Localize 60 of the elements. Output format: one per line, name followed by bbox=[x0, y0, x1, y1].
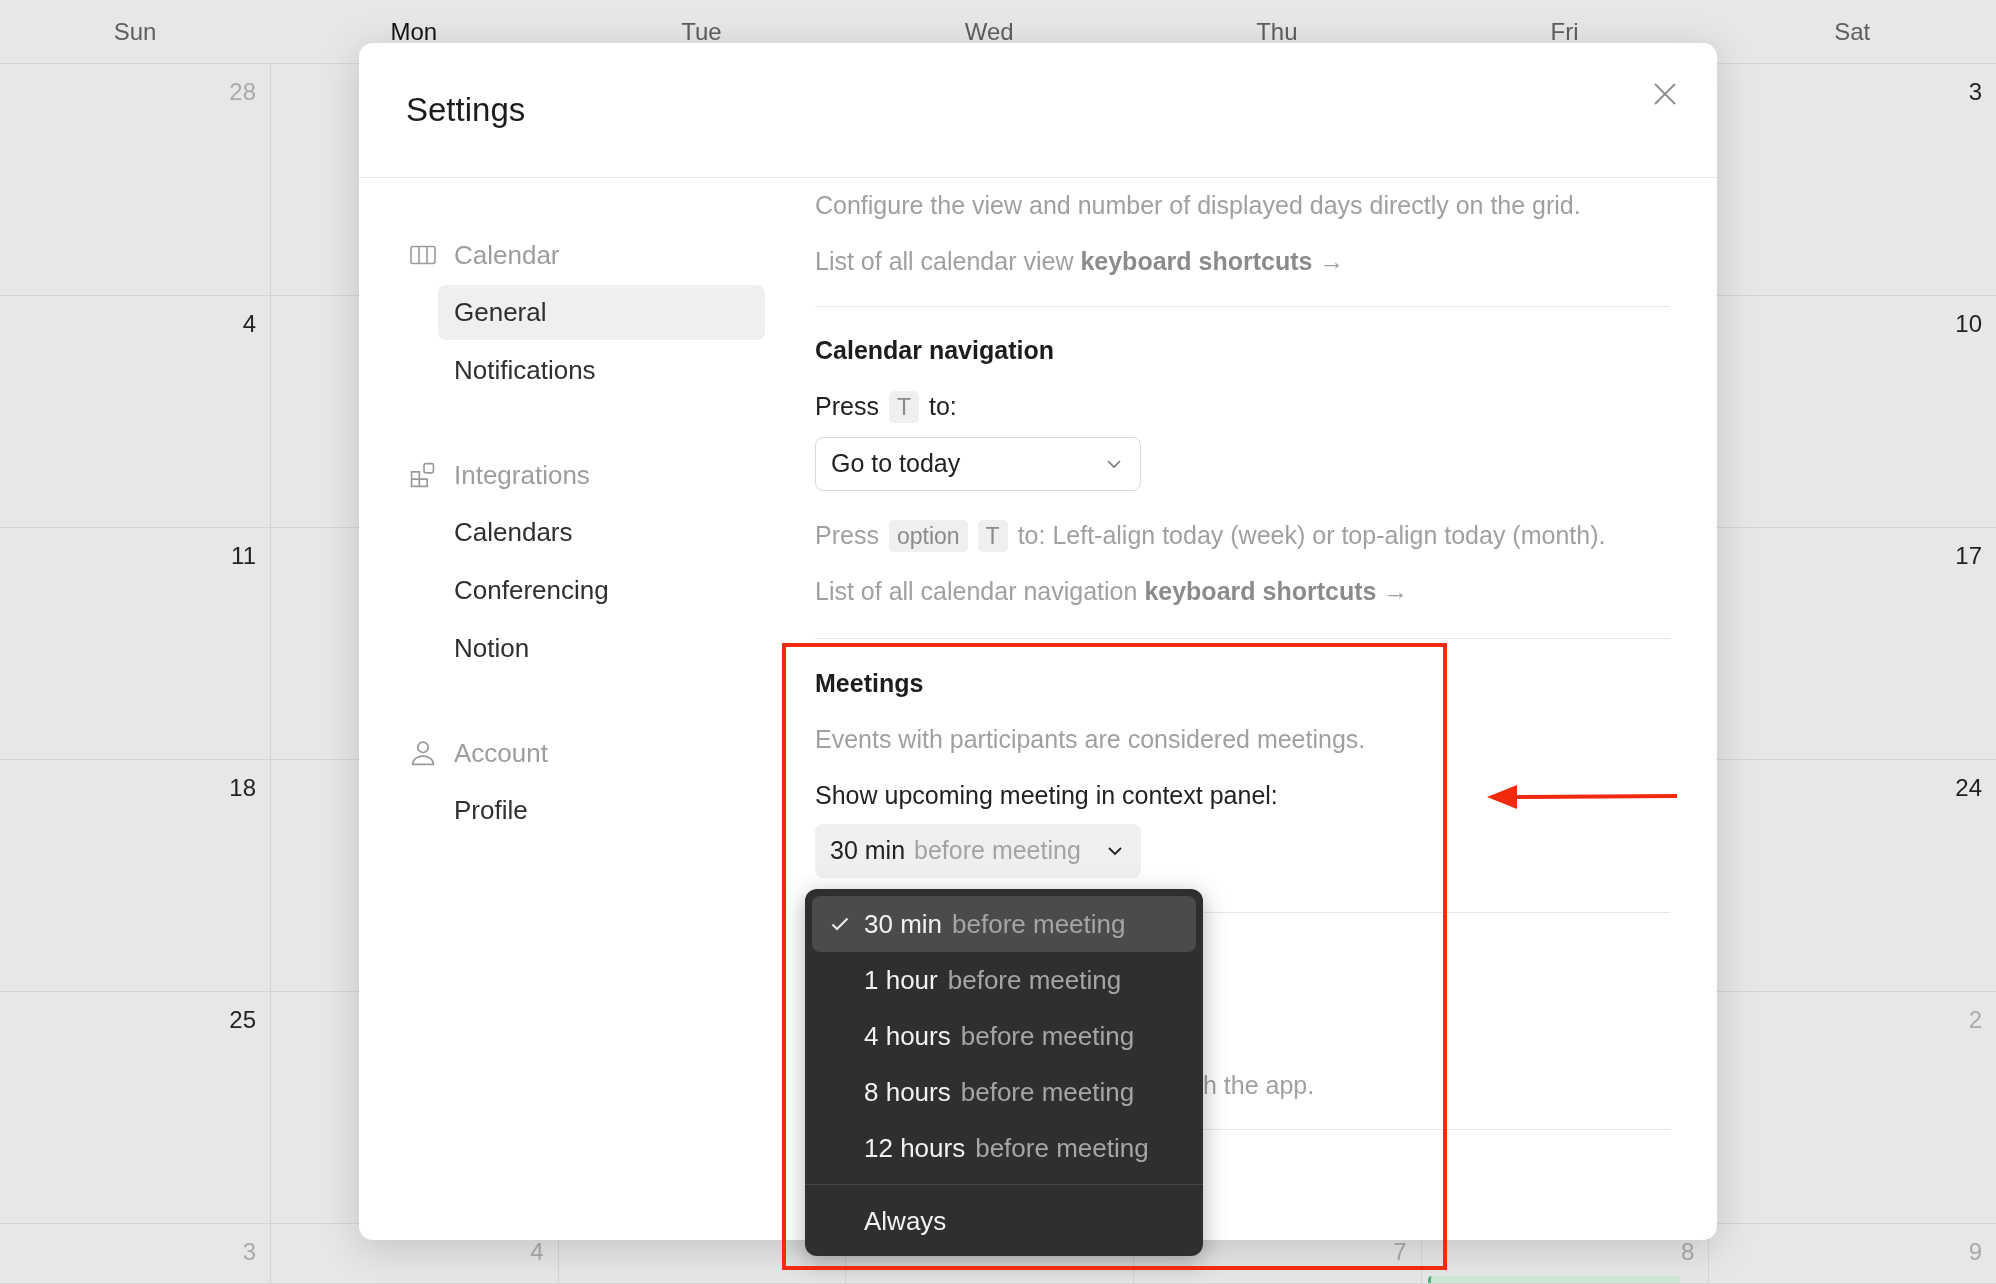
weekday-label: Fri bbox=[1550, 16, 1579, 47]
weekday-label: Tue bbox=[681, 16, 722, 47]
date-number: 28 bbox=[229, 80, 256, 104]
field-label: Show upcoming meeting in context panel: bbox=[815, 780, 1278, 812]
menu-item[interactable]: 30 min before meeting bbox=[812, 896, 1196, 952]
sidebar-item[interactable]: Notion bbox=[438, 621, 765, 676]
description-text: Events with participants are considered meetings. bbox=[815, 724, 1366, 756]
key-cap: option bbox=[888, 520, 968, 552]
date-number: 18 bbox=[229, 776, 256, 800]
sidebar-item[interactable]: Conferencing bbox=[438, 563, 765, 618]
section-label: Account bbox=[454, 736, 548, 770]
menu-item[interactable]: 1 hour before meeting bbox=[812, 952, 1196, 1008]
date-number: 25 bbox=[229, 1008, 256, 1032]
key-cap: T bbox=[977, 520, 1008, 552]
date-number: 11 bbox=[231, 544, 256, 568]
sidebar-item[interactable]: Notifications bbox=[438, 343, 765, 398]
menu-item[interactable]: 12 hours before meeting bbox=[812, 1120, 1196, 1176]
date-number: 4 bbox=[530, 1240, 544, 1264]
weekday-label: Mon bbox=[390, 16, 438, 47]
dropdown-select[interactable]: 30 min before meeting bbox=[815, 824, 1141, 878]
menu-item[interactable]: Always bbox=[812, 1193, 1196, 1249]
close-icon bbox=[1654, 83, 1676, 105]
blocks-icon bbox=[410, 462, 436, 488]
sidebar-item[interactable]: General bbox=[438, 285, 765, 340]
section-label: Integrations bbox=[454, 458, 590, 492]
prompt-text: Press bbox=[815, 391, 879, 423]
section-heading: Calendar navigation bbox=[815, 335, 1054, 367]
date-number: 3 bbox=[1968, 80, 1982, 104]
date-number: 17 bbox=[1955, 544, 1982, 568]
prompt-text: to: Left-align today (week) or top-align today (month). bbox=[1017, 520, 1606, 552]
sidebar-item[interactable]: Calendars bbox=[438, 505, 765, 560]
date-number: 2 bbox=[1968, 1008, 1982, 1032]
section-heading: Meetings bbox=[815, 668, 924, 700]
key-cap: T bbox=[888, 391, 919, 423]
chevron-down-icon bbox=[1106, 459, 1122, 469]
prompt-text: Press bbox=[815, 520, 879, 552]
date-number: 8 bbox=[1680, 1240, 1695, 1264]
description-text: h the app. bbox=[1203, 1070, 1315, 1102]
date-number: 3 bbox=[242, 1240, 256, 1264]
chevron-down-icon bbox=[1107, 846, 1123, 856]
dropdown-select[interactable]: Go to today bbox=[815, 437, 1141, 491]
date-number: 4 bbox=[242, 312, 256, 336]
date-number: 10 bbox=[1955, 312, 1982, 336]
prompt-text: to: bbox=[928, 391, 957, 423]
section-label: Calendar bbox=[454, 238, 560, 272]
columns-icon bbox=[410, 245, 436, 265]
date-number: 7 bbox=[1393, 1240, 1407, 1264]
check-icon bbox=[831, 917, 849, 931]
menu-item[interactable]: 8 hours before meeting bbox=[812, 1064, 1196, 1120]
sidebar-item[interactable]: Profile bbox=[438, 783, 765, 838]
weekday-label: Wed bbox=[964, 16, 1014, 47]
weekday-label: Sat bbox=[1834, 16, 1871, 47]
person-icon bbox=[410, 740, 436, 766]
description-text: Configure the view and number of displayed days directly on the grid. bbox=[815, 190, 1581, 222]
weekday-label: Thu bbox=[1256, 16, 1298, 47]
menu-item[interactable]: 4 hours before meeting bbox=[812, 1008, 1196, 1064]
date-number: 24 bbox=[1955, 776, 1982, 800]
dialog-title: Settings bbox=[406, 90, 526, 131]
weekday-label: Sun bbox=[113, 16, 157, 47]
date-number: 9 bbox=[1968, 1240, 1982, 1264]
